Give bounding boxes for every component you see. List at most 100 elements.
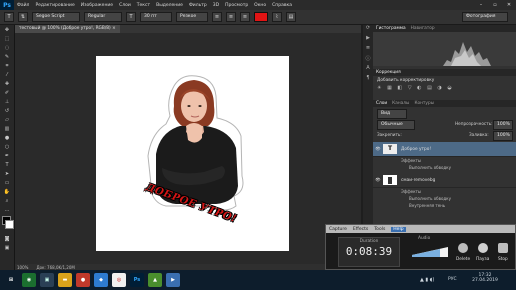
photoshop-taskbar-icon[interactable]: Ps (130, 273, 144, 287)
taskbar-app-icon-blue[interactable]: ▣ (40, 273, 54, 287)
menu-filter[interactable]: Фильтр (186, 3, 210, 8)
paragraph-panel-icon[interactable]: ¶ (363, 75, 373, 85)
background-color[interactable] (5, 220, 14, 229)
taskbar-app-icon-green[interactable]: ◉ (22, 273, 36, 287)
tab-paths[interactable]: Контуры (414, 101, 434, 106)
taskbar-app-icon-green2[interactable]: ▲ (148, 273, 162, 287)
dodge-tool-icon[interactable]: ○ (0, 142, 14, 151)
history-panel-icon[interactable]: ⟳ (363, 25, 373, 35)
character-panel-icon[interactable]: ▤ (286, 12, 296, 22)
menu-select[interactable]: Выделение (153, 3, 186, 8)
audio-level-meter[interactable] (410, 245, 450, 259)
shape-tool-icon[interactable]: ▭ (0, 178, 14, 187)
workspace-select[interactable]: Фотография (462, 12, 508, 22)
actions-panel-icon[interactable]: ▶ (363, 35, 373, 45)
color-swatches[interactable] (0, 214, 14, 234)
visibility-eye-icon[interactable]: 👁 (373, 147, 383, 152)
properties-panel-icon[interactable]: ≣ (363, 45, 373, 55)
font-style-select[interactable]: Regular (84, 12, 122, 22)
zoom-tool-icon[interactable]: ⌕ (0, 196, 14, 205)
menu-type[interactable]: Текст (134, 3, 153, 8)
warp-text-icon[interactable]: ⌇ (272, 12, 282, 22)
delete-button[interactable] (458, 243, 468, 253)
menu-edit[interactable]: Редактирование (32, 3, 77, 8)
tab-layers[interactable]: Слои (376, 101, 387, 106)
close-icon[interactable]: ✕ (502, 0, 516, 10)
brush-tool-icon[interactable]: ✐ (0, 88, 14, 97)
layer-name[interactable]: Доброе утро! (401, 147, 431, 152)
quick-select-tool-icon[interactable]: ✎ (0, 52, 14, 61)
tab-histogram[interactable]: Гистограмма (376, 26, 406, 31)
tray-icons[interactable]: ▲ ▮ ◖) (420, 277, 434, 283)
align-right-icon[interactable]: ≡ (240, 12, 250, 22)
quick-mask-icon[interactable]: ◙ (0, 234, 14, 243)
lasso-tool-icon[interactable]: ◌ (0, 43, 14, 52)
menu-layers[interactable]: Слои (116, 3, 134, 8)
tab-channels[interactable]: Каналы (392, 101, 409, 106)
move-tool-icon[interactable]: ✥ (0, 25, 14, 34)
minimize-icon[interactable]: – (474, 0, 488, 10)
tab-capture[interactable]: Capture (329, 227, 347, 232)
menu-view[interactable]: Просмотр (222, 3, 251, 8)
tab-help[interactable]: Help (391, 226, 406, 232)
tab-tools[interactable]: Tools (374, 227, 385, 232)
start-icon[interactable]: ⊞ (4, 273, 18, 287)
menu-file[interactable]: Файл (14, 3, 32, 8)
font-family-select[interactable]: Segoe Script (32, 12, 80, 22)
fill-field[interactable]: 100% (493, 131, 513, 141)
taskbar-app-icon-red[interactable]: ● (76, 273, 90, 287)
gradient-tool-icon[interactable]: ▥ (0, 124, 14, 133)
zoom-level[interactable]: 100% (17, 265, 28, 270)
browser-icon[interactable]: ◎ (112, 273, 126, 287)
healing-tool-icon[interactable]: ✚ (0, 79, 14, 88)
type-tool-icon-left[interactable]: T (0, 160, 14, 169)
crop-tool-icon[interactable]: ⌗ (0, 61, 14, 70)
eyedropper-tool-icon[interactable]: ⁄ (0, 70, 14, 79)
more-tools-icon[interactable]: … (0, 205, 14, 214)
tab-effects[interactable]: Effects (353, 227, 368, 232)
opacity-field[interactable]: 100% (493, 120, 513, 130)
layer-effect-item[interactable]: Выполнить обводку (409, 165, 451, 170)
taskbar-app-icon-blue3[interactable]: ▶ (166, 273, 180, 287)
align-left-icon[interactable]: ≡ (212, 12, 222, 22)
layer-row-photo[interactable]: 👁 смаи-removebg (373, 173, 516, 188)
layer-row-text[interactable]: 👁 T Доброе утро! (373, 142, 516, 157)
eraser-tool-icon[interactable]: ▱ (0, 115, 14, 124)
pause-button[interactable] (478, 243, 488, 253)
tab-adjustments[interactable]: Коррекция (376, 70, 401, 75)
document-canvas[interactable]: ДОБРОЕ УТРО! (96, 56, 289, 251)
menu-window[interactable]: Окно (251, 3, 269, 8)
menu-image[interactable]: Изображение (78, 3, 116, 8)
clock[interactable]: 17:32 27.04.2019 (468, 273, 502, 283)
path-select-tool-icon[interactable]: ➤ (0, 169, 14, 178)
align-center-icon[interactable]: ≡ (226, 12, 236, 22)
menu-help[interactable]: Справка (269, 3, 295, 8)
document-tab[interactable]: тестовый @ 100% (Доброе утро!, RGB/8) × (15, 25, 120, 33)
blur-tool-icon[interactable]: ● (0, 133, 14, 142)
stop-button[interactable] (498, 243, 508, 253)
layer-effect-item[interactable]: Выполнить обводку (409, 196, 451, 201)
tab-close-icon[interactable]: × (112, 26, 116, 31)
type-tool-icon[interactable]: T (4, 12, 14, 22)
text-color-swatch[interactable] (254, 12, 268, 22)
blend-mode-select[interactable]: Обычные (377, 120, 415, 130)
tab-navigator[interactable]: Навигатор (411, 26, 435, 31)
layer-effect-item[interactable]: Внутренняя тень (409, 203, 445, 208)
character-panel-strip-icon[interactable]: A (363, 65, 373, 75)
screen-mode-icon[interactable]: ▣ (0, 243, 14, 252)
marquee-tool-icon[interactable]: ⬚ (0, 34, 14, 43)
visibility-eye-icon[interactable]: 👁 (373, 178, 383, 183)
font-size-select[interactable]: 30 пт (140, 12, 172, 22)
layer-name[interactable]: смаи-removebg (401, 178, 435, 183)
folder-icon[interactable]: ▬ (58, 273, 72, 287)
adjustment-icons[interactable]: ☀ ▦ ◧ ▽ ◐ ▤ ◑ ◒ (377, 85, 512, 91)
pen-tool-icon[interactable]: ✒ (0, 151, 14, 160)
menu-3d[interactable]: 3D (210, 3, 222, 8)
taskbar-app-icon-blue2[interactable]: ◆ (94, 273, 108, 287)
info-panel-icon[interactable]: ⓘ (363, 55, 373, 65)
history-brush-icon[interactable]: ↺ (0, 106, 14, 115)
hand-tool-icon[interactable]: ✋ (0, 187, 14, 196)
stamp-tool-icon[interactable]: ⊥ (0, 97, 14, 106)
antialias-select[interactable]: Резкое (176, 12, 208, 22)
maximize-icon[interactable]: ▫ (488, 0, 502, 10)
